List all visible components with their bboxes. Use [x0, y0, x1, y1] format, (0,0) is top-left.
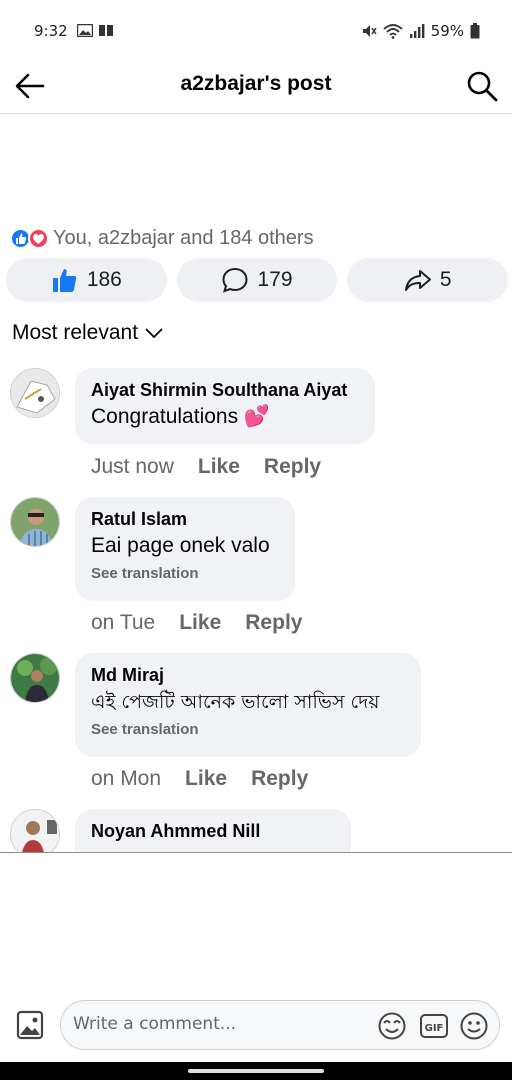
- comment-time: on Mon: [91, 767, 162, 790]
- comment-composer: Write a comment... GIF: [0, 1000, 512, 1054]
- gallery-icon: [77, 24, 93, 37]
- like-count: 186: [86, 268, 122, 291]
- reactions-summary-text: You, a2zbajar and 184 others: [53, 226, 314, 249]
- app-header: a2zbajar's post: [0, 60, 512, 114]
- signal-icon: [409, 24, 425, 38]
- comment-time: on Tue: [91, 611, 156, 634]
- comment-meta: on Tue Like Reply: [91, 611, 302, 635]
- empty-area: [0, 853, 512, 993]
- sort-label: Most relevant: [12, 321, 139, 344]
- status-time: 9:32: [34, 22, 68, 40]
- share-count: 5: [439, 268, 452, 291]
- share-count-button[interactable]: 5: [347, 258, 509, 302]
- see-translation-link[interactable]: See translation: [91, 565, 279, 582]
- home-handle[interactable]: [188, 1069, 324, 1073]
- page-title: a2zbajar's post: [180, 72, 332, 95]
- photo-icon[interactable]: [14, 1008, 46, 1042]
- share-icon: [404, 270, 431, 291]
- wifi-icon: [383, 24, 403, 39]
- system-nav-bar: [0, 1062, 512, 1080]
- comment-text: Eai page onek valo: [91, 534, 270, 557]
- love-reaction-icon: [28, 228, 49, 249]
- mute-icon: [362, 25, 377, 37]
- emoji-icon[interactable]: [459, 1011, 489, 1041]
- post-actions: 186 179 5: [6, 258, 509, 302]
- svg-text:GIF: GIF: [425, 1023, 444, 1034]
- thumbs-up-icon: [52, 269, 77, 292]
- comment-bubble[interactable]: Ratul Islam Eai page onek valo See trans…: [75, 497, 295, 601]
- comment-placeholder: Write a comment...: [73, 1014, 237, 1034]
- search-icon[interactable]: [464, 68, 500, 104]
- avatar[interactable]: [10, 653, 60, 703]
- comment-count-button[interactable]: 179: [176, 258, 338, 302]
- comment-bubble[interactable]: Aiyat Shirmin Soulthana Aiyat Congratula…: [75, 368, 375, 444]
- comment-like-button[interactable]: Like: [185, 767, 227, 791]
- comment-author[interactable]: Md Miraj: [91, 663, 405, 687]
- status-bar: 9:32 59%: [0, 0, 512, 60]
- chevron-down-icon: [145, 328, 163, 339]
- book-icon: [99, 25, 113, 36]
- reactions-summary[interactable]: You, a2zbajar and 184 others: [10, 226, 314, 250]
- comment-text: Congratulations 💕: [91, 405, 271, 428]
- battery-icon: [470, 23, 480, 39]
- comment-author[interactable]: Aiyat Shirmin Soulthana Aiyat: [91, 378, 359, 402]
- avatar[interactable]: [10, 497, 60, 547]
- comment-reply-button[interactable]: Reply: [264, 455, 321, 479]
- comment-reply-button[interactable]: Reply: [245, 611, 302, 635]
- like-count-button[interactable]: 186: [6, 258, 167, 302]
- avatar[interactable]: [10, 368, 60, 418]
- comment-like-button[interactable]: Like: [179, 611, 221, 635]
- avatar-sticker-icon[interactable]: [377, 1011, 407, 1041]
- comment-time: Just now: [91, 455, 174, 478]
- comment-author[interactable]: Noyan Ahmmed Nill: [91, 819, 335, 843]
- gif-icon[interactable]: GIF: [419, 1011, 449, 1041]
- see-translation-link[interactable]: See translation: [91, 721, 405, 738]
- comment-text: এই পেজটি আনেক ভালো সাভিস দেয়: [91, 691, 380, 713]
- comment-count: 179: [257, 268, 293, 291]
- comment-meta: Just now Like Reply: [91, 455, 321, 479]
- comment-sort-dropdown[interactable]: Most relevant: [12, 321, 164, 345]
- battery-percent: 59%: [430, 22, 464, 40]
- comment-meta: on Mon Like Reply: [91, 767, 308, 791]
- comment-input[interactable]: Write a comment... GIF: [60, 1000, 500, 1050]
- comment-author[interactable]: Ratul Islam: [91, 507, 279, 531]
- comment-bubble[interactable]: Md Miraj এই পেজটি আনেক ভালো সাভিস দেয় S…: [75, 653, 421, 757]
- comment-like-button[interactable]: Like: [198, 455, 240, 479]
- comment-reply-button[interactable]: Reply: [251, 767, 308, 791]
- comment-icon: [222, 267, 248, 293]
